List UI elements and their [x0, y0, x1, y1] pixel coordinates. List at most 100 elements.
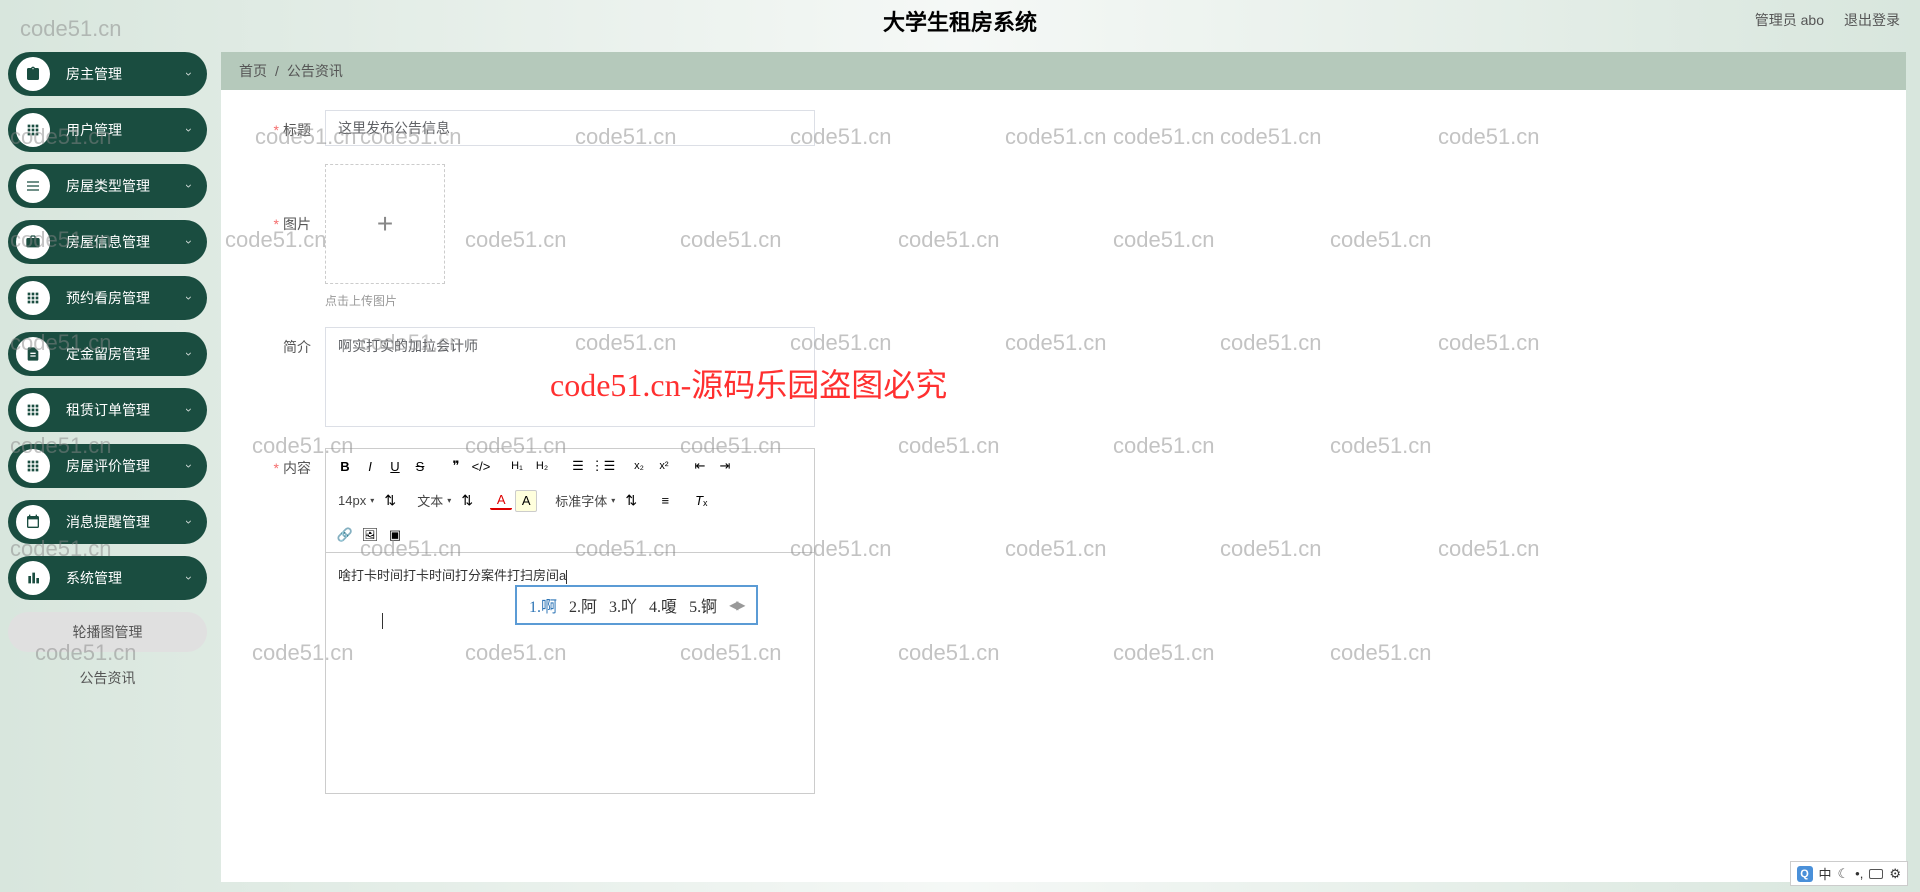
intro-label: 简介 [251, 327, 311, 357]
breadcrumb-home[interactable]: 首页 [239, 61, 267, 81]
chevron-down-icon: › [182, 408, 196, 412]
ime-status-bar[interactable]: Q 中 ☾ •, ⚙ [1790, 861, 1909, 886]
align-button[interactable]: ≡ [654, 490, 676, 512]
bg-color-button[interactable]: A [515, 490, 537, 512]
chevron-down-icon: › [182, 184, 196, 188]
logout-link[interactable]: 退出登录 [1844, 10, 1900, 30]
sidebar: 房主管理 › 用户管理 › 房屋类型管理 › 房屋信息管理 › 预约看房管理 ›… [0, 42, 215, 892]
grid-icon [25, 122, 41, 138]
sidebar-item-label: 预约看房管理 [66, 288, 187, 308]
sidebar-item-label: 房主管理 [66, 64, 187, 84]
sidebar-item-label: 租赁订单管理 [66, 400, 187, 420]
subscript-button[interactable]: x₂ [628, 455, 650, 477]
breadcrumb-separator: / [275, 63, 279, 79]
sidebar-item-landlord[interactable]: 房主管理 › [8, 52, 207, 96]
video-button[interactable]: ▣ [384, 524, 406, 546]
chevron-down-icon: › [182, 352, 196, 356]
sidebar-item-house-type[interactable]: 房屋类型管理 › [8, 164, 207, 208]
unordered-list-button[interactable]: ⋮☰ [592, 455, 614, 477]
ime-page-arrows[interactable]: ◀▶ [729, 598, 743, 613]
sidebar-item-system[interactable]: 系统管理 › [8, 556, 207, 600]
chevron-down-icon: › [182, 296, 196, 300]
font-color-button[interactable]: A [490, 492, 512, 510]
image-button[interactable]: 🖼 [359, 524, 381, 546]
upload-hint: 点击上传图片 [325, 292, 445, 309]
settings-icon[interactable]: ⚙ [1889, 866, 1901, 882]
intro-textarea[interactable]: 啊实打实的加拉会计师 [325, 327, 815, 427]
user-info[interactable]: 管理员 abo [1755, 10, 1824, 30]
link-button[interactable]: 🔗 [334, 524, 356, 546]
ime-candidate-5[interactable]: 5.锕 [689, 593, 717, 617]
image-label: 图片 [251, 164, 311, 234]
header: 大学生租房系统 管理员 abo 退出登录 [0, 0, 1920, 42]
calendar-icon [25, 514, 41, 530]
indent-left-button[interactable]: ⇤ [689, 455, 711, 477]
ime-candidate-1[interactable]: 1.啊 [529, 593, 557, 617]
chevron-down-icon: › [182, 520, 196, 524]
chevron-down-icon: › [182, 240, 196, 244]
sidebar-item-label: 系统管理 [66, 568, 187, 588]
font-size-select[interactable]: 14px▾ [334, 491, 378, 510]
sidebar-item-label: 房屋信息管理 [66, 232, 187, 252]
sidebar-item-user[interactable]: 用户管理 › [8, 108, 207, 152]
sidebar-item-house-info[interactable]: 房屋信息管理 › [8, 220, 207, 264]
sidebar-item-deposit[interactable]: 定金留房管理 › [8, 332, 207, 376]
strikethrough-button[interactable]: S [409, 455, 431, 477]
grid-icon [25, 458, 41, 474]
chevron-down-icon: › [182, 464, 196, 468]
clipboard-icon [25, 66, 41, 82]
moon-icon[interactable]: ☾ [1838, 866, 1850, 882]
quote-button[interactable]: ❞ [445, 455, 467, 477]
sidebar-item-review[interactable]: 房屋评价管理 › [8, 444, 207, 488]
superscript-button[interactable]: x² [653, 455, 675, 477]
chart-icon [25, 570, 41, 586]
sidebar-item-label: 房屋评价管理 [66, 456, 187, 476]
list-icon [25, 178, 41, 194]
h2-button[interactable]: H₂ [531, 455, 553, 477]
clear-format-button[interactable]: Tₓ [690, 490, 712, 512]
ordered-list-button[interactable]: ☰ [567, 455, 589, 477]
ime-candidate-4[interactable]: 4.嗄 [649, 593, 677, 617]
ime-candidate-2[interactable]: 2.阿 [569, 593, 597, 617]
text-type-select[interactable]: 文本▾ [413, 489, 455, 512]
font-family-select[interactable]: 标准字体▾ [551, 489, 619, 512]
breadcrumb: 首页 / 公告资讯 [221, 52, 1906, 90]
bold-button[interactable]: B [334, 455, 356, 477]
keyboard-icon[interactable] [1869, 869, 1883, 879]
indent-right-button[interactable]: ⇥ [714, 455, 736, 477]
sidebar-item-rental-order[interactable]: 租赁订单管理 › [8, 388, 207, 432]
plus-icon: + [377, 208, 393, 240]
code-button[interactable]: </> [470, 455, 492, 477]
image-upload[interactable]: + [325, 164, 445, 284]
title-input[interactable] [325, 110, 815, 146]
submenu-item-announcement[interactable]: 公告资讯 [8, 658, 207, 698]
h1-button[interactable]: H₁ [506, 455, 528, 477]
sidebar-item-appointment[interactable]: 预约看房管理 › [8, 276, 207, 320]
sidebar-item-label: 房屋类型管理 [66, 176, 187, 196]
ime-candidate-3[interactable]: 3.吖 [609, 593, 637, 617]
content-label: 内容 [251, 448, 311, 478]
sidebar-item-label: 定金留房管理 [66, 344, 187, 364]
ime-lang[interactable]: 中 [1819, 864, 1832, 883]
text-cursor-icon [382, 613, 383, 629]
breadcrumb-current: 公告资讯 [287, 61, 343, 81]
sidebar-item-message[interactable]: 消息提醒管理 › [8, 500, 207, 544]
document-icon [25, 346, 41, 362]
chevron-down-icon: › [182, 128, 196, 132]
sidebar-item-label: 用户管理 [66, 120, 187, 140]
chevron-down-icon: › [182, 72, 196, 76]
title-label: 标题 [251, 110, 311, 140]
italic-button[interactable]: I [359, 455, 381, 477]
grid-icon [25, 290, 41, 306]
comma-indicator[interactable]: •, [1855, 866, 1863, 881]
editor-toolbar: B I U S ❞ </> H₁ [326, 449, 814, 553]
grid-icon [25, 402, 41, 418]
main-content: 首页 / 公告资讯 标题 图片 + [215, 42, 1920, 892]
underline-button[interactable]: U [384, 455, 406, 477]
app-title: 大学生租房系统 [883, 5, 1037, 37]
ime-candidate-box[interactable]: 1.啊 2.阿 3.吖 4.嗄 5.锕 ◀▶ [515, 585, 758, 625]
sidebar-item-label: 消息提醒管理 [66, 512, 187, 532]
briefcase-icon [25, 234, 41, 250]
chevron-down-icon: › [182, 576, 196, 580]
submenu-item-carousel[interactable]: 轮播图管理 [8, 612, 207, 652]
